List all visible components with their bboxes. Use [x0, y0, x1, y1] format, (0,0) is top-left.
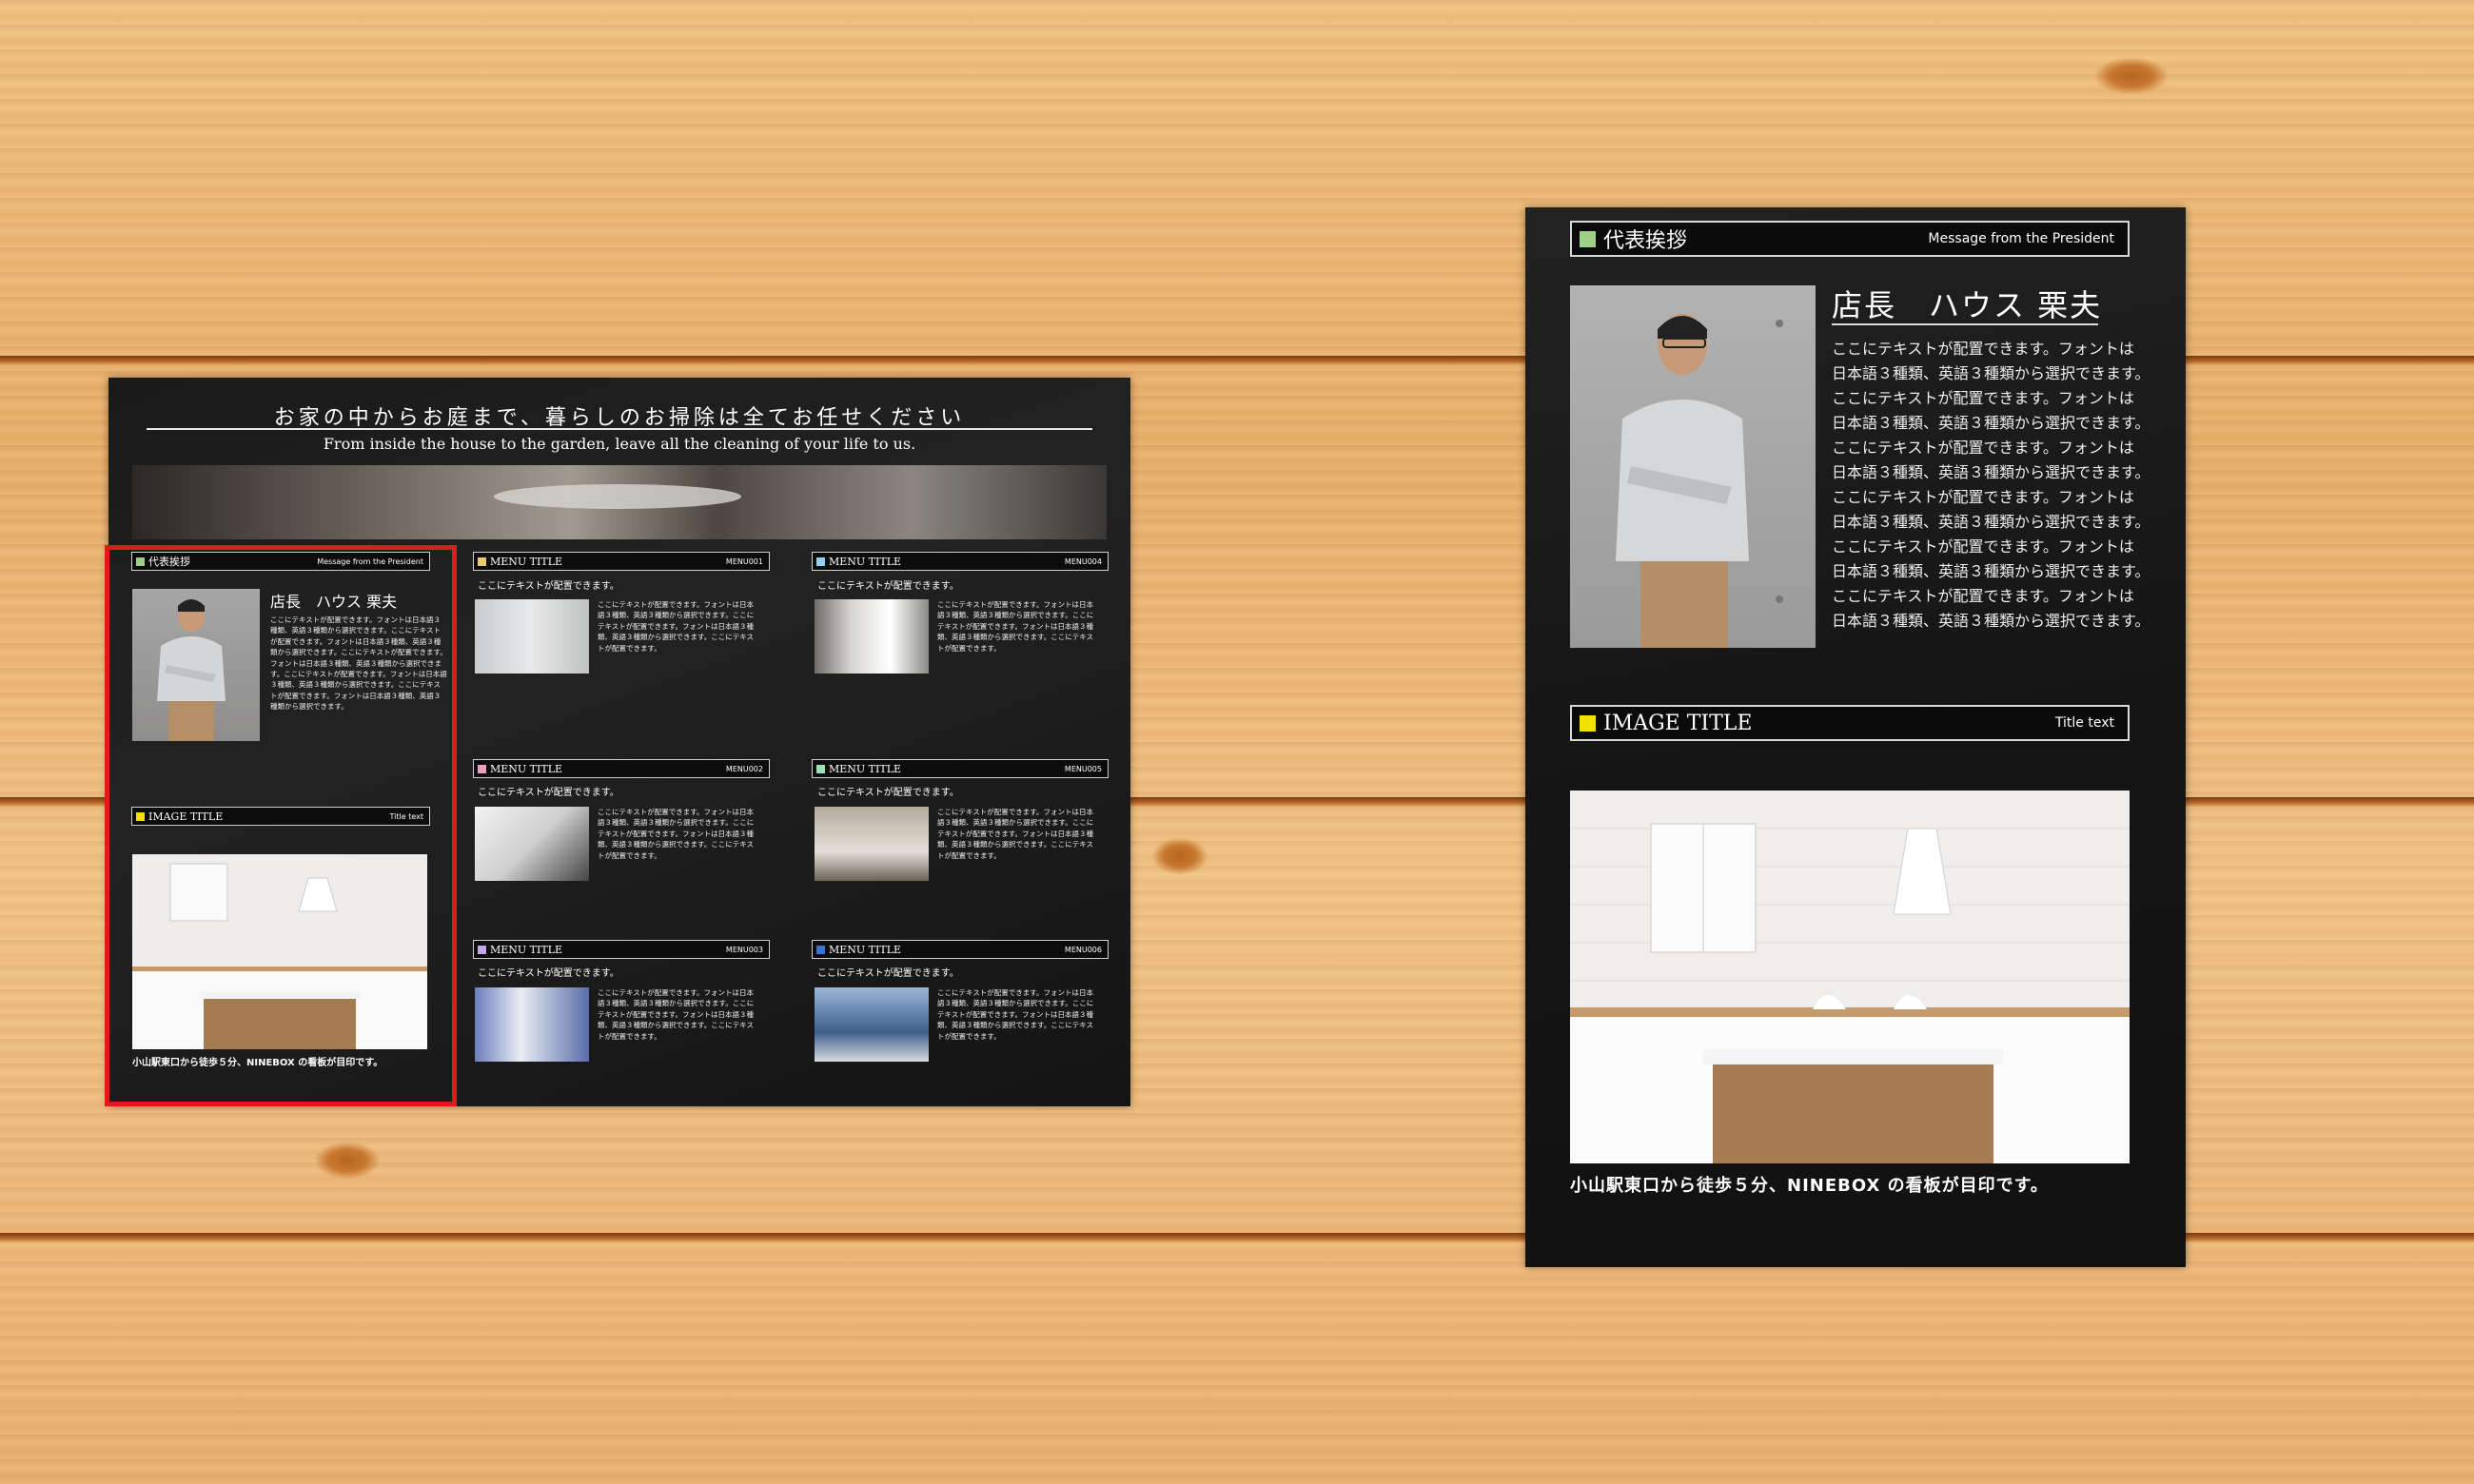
menu-lead: ここにテキストが配置できます。 — [478, 581, 619, 592]
menu-photo — [815, 807, 929, 881]
headline-rule — [147, 428, 1092, 430]
menu-code: MENU002 — [725, 764, 763, 773]
menu-title-bar: MENU TITLE MENU005 — [812, 759, 1109, 778]
panel-kitchen-photo — [1570, 791, 2130, 1163]
menu-title: MENU TITLE — [829, 943, 902, 956]
body-line: ここにテキストが配置できます。フォントは — [1832, 488, 2134, 506]
menu-lead: ここにテキストが配置できます。 — [478, 788, 619, 798]
menu-title: MENU TITLE — [829, 555, 902, 568]
menu-title-bar: MENU TITLE MENU003 — [473, 940, 770, 959]
panel-president-subtitle: Message from the President — [1928, 231, 2114, 246]
menu-body: ここにテキストが配置できます。フォントは日本語３種類、英語３種類から選択できます… — [598, 600, 755, 653]
menu-title: MENU TITLE — [829, 762, 902, 775]
body-line: 日本語３種類、英語３種類から選択できます。 — [1832, 562, 2150, 580]
body-line: ここにテキストが配置できます。フォントは — [1832, 537, 2134, 556]
menu-title-bar: MENU TITLE MENU001 — [473, 552, 770, 571]
spread-headline-jp: お家の中からお庭まで、暮らしのお掃除は全てお任せください — [273, 406, 966, 430]
menu-lead: ここにテキストが配置できます。 — [817, 968, 959, 979]
body-line: 日本語３種類、英語３種類から選択できます。 — [1832, 513, 2150, 531]
zoomed-panel: 代表挨拶 Message from the President 店長 ハウス 栗… — [1525, 207, 2186, 1267]
panel-president-body: ここにテキストが配置できます。フォントは 日本語３種類、英語３種類から選択できま… — [1832, 337, 2174, 634]
menu-photo — [475, 987, 589, 1062]
menu-body: ここにテキストが配置できます。フォントは日本語３種類、英語３種類から選択できます… — [937, 808, 1094, 860]
menu-square-icon — [816, 764, 825, 773]
menu-body: ここにテキストが配置できます。フォントは日本語３種類、英語３種類から選択できます… — [598, 808, 755, 860]
menu-code: MENU005 — [1064, 764, 1102, 773]
menu-body: ここにテキストが配置できます。フォントは日本語３種類、英語３種類から選択できます… — [598, 988, 755, 1041]
body-line: 日本語３種類、英語３種類から選択できます。 — [1832, 364, 2150, 382]
menu-code: MENU004 — [1064, 556, 1102, 566]
wood-knot — [314, 1142, 381, 1180]
menu-title-bar: MENU TITLE MENU006 — [812, 940, 1109, 959]
panel-president-title: 代表挨拶 — [1603, 229, 1688, 253]
body-line: 日本語３種類、英語３種類から選択できます。 — [1832, 414, 2150, 432]
menu-title-bar: MENU TITLE MENU004 — [812, 552, 1109, 571]
menu-body: ここにテキストが配置できます。フォントは日本語３種類、英語３種類から選択できます… — [937, 600, 1094, 653]
menu-square-icon — [816, 945, 825, 954]
menu-photo — [815, 987, 929, 1062]
selection-highlight — [105, 545, 457, 1106]
menu-code: MENU003 — [725, 945, 763, 954]
body-line: ここにテキストが配置できます。フォントは — [1832, 439, 2134, 457]
menu-square-icon — [478, 764, 486, 773]
panel-image-caption: 小山駅東口から徒歩５分、NINEBOX の看板が目印です。 — [1570, 1176, 2049, 1196]
panel-president-photo — [1570, 285, 1816, 648]
bathroom-photo — [132, 465, 1107, 539]
menu-title: MENU TITLE — [490, 943, 563, 956]
body-line: ここにテキストが配置できます。フォントは — [1832, 340, 2134, 358]
sink-shape — [494, 484, 741, 509]
menu-photo — [475, 807, 589, 881]
panel-image-subtitle: Title text — [2054, 715, 2114, 731]
body-line: ここにテキストが配置できます。フォントは — [1832, 389, 2134, 407]
menu-code: MENU006 — [1064, 945, 1102, 954]
panel-image-title: IMAGE TITLE — [1603, 711, 1753, 735]
menu-title: MENU TITLE — [490, 555, 563, 568]
menu-lead: ここにテキストが配置できます。 — [817, 788, 959, 798]
spread-headline-en: From inside the house to the garden, lea… — [323, 435, 916, 453]
panel-president-name: 店長 ハウス 栗夫 — [1832, 287, 2103, 323]
menu-title-bar: MENU TITLE MENU002 — [473, 759, 770, 778]
panel-name-underline — [1832, 323, 2098, 325]
wood-knot — [1151, 837, 1208, 875]
menu-code: MENU001 — [725, 556, 763, 566]
panel-president-bar: 代表挨拶 Message from the President — [1570, 221, 2130, 257]
menu-lead: ここにテキストが配置できます。 — [478, 968, 619, 979]
menu-photo — [475, 599, 589, 674]
menu-square-icon — [478, 556, 486, 566]
wood-knot — [2093, 57, 2170, 95]
menu-square-icon — [478, 945, 486, 954]
body-line: ここにテキストが配置できます。フォントは — [1832, 587, 2134, 605]
menu-title: MENU TITLE — [490, 762, 563, 775]
panel-image-bar: IMAGE TITLE Title text — [1570, 705, 2130, 741]
image-square-icon — [1580, 714, 1596, 732]
menu-photo — [815, 599, 929, 674]
president-square-icon — [1580, 230, 1596, 247]
menu-square-icon — [816, 556, 825, 566]
menu-body: ここにテキストが配置できます。フォントは日本語３種類、英語３種類から選択できます… — [937, 988, 1094, 1041]
menu-lead: ここにテキストが配置できます。 — [817, 581, 959, 592]
body-line: 日本語３種類、英語３種類から選択できます。 — [1832, 612, 2150, 630]
body-line: 日本語３種類、英語３種類から選択できます。 — [1832, 463, 2150, 481]
